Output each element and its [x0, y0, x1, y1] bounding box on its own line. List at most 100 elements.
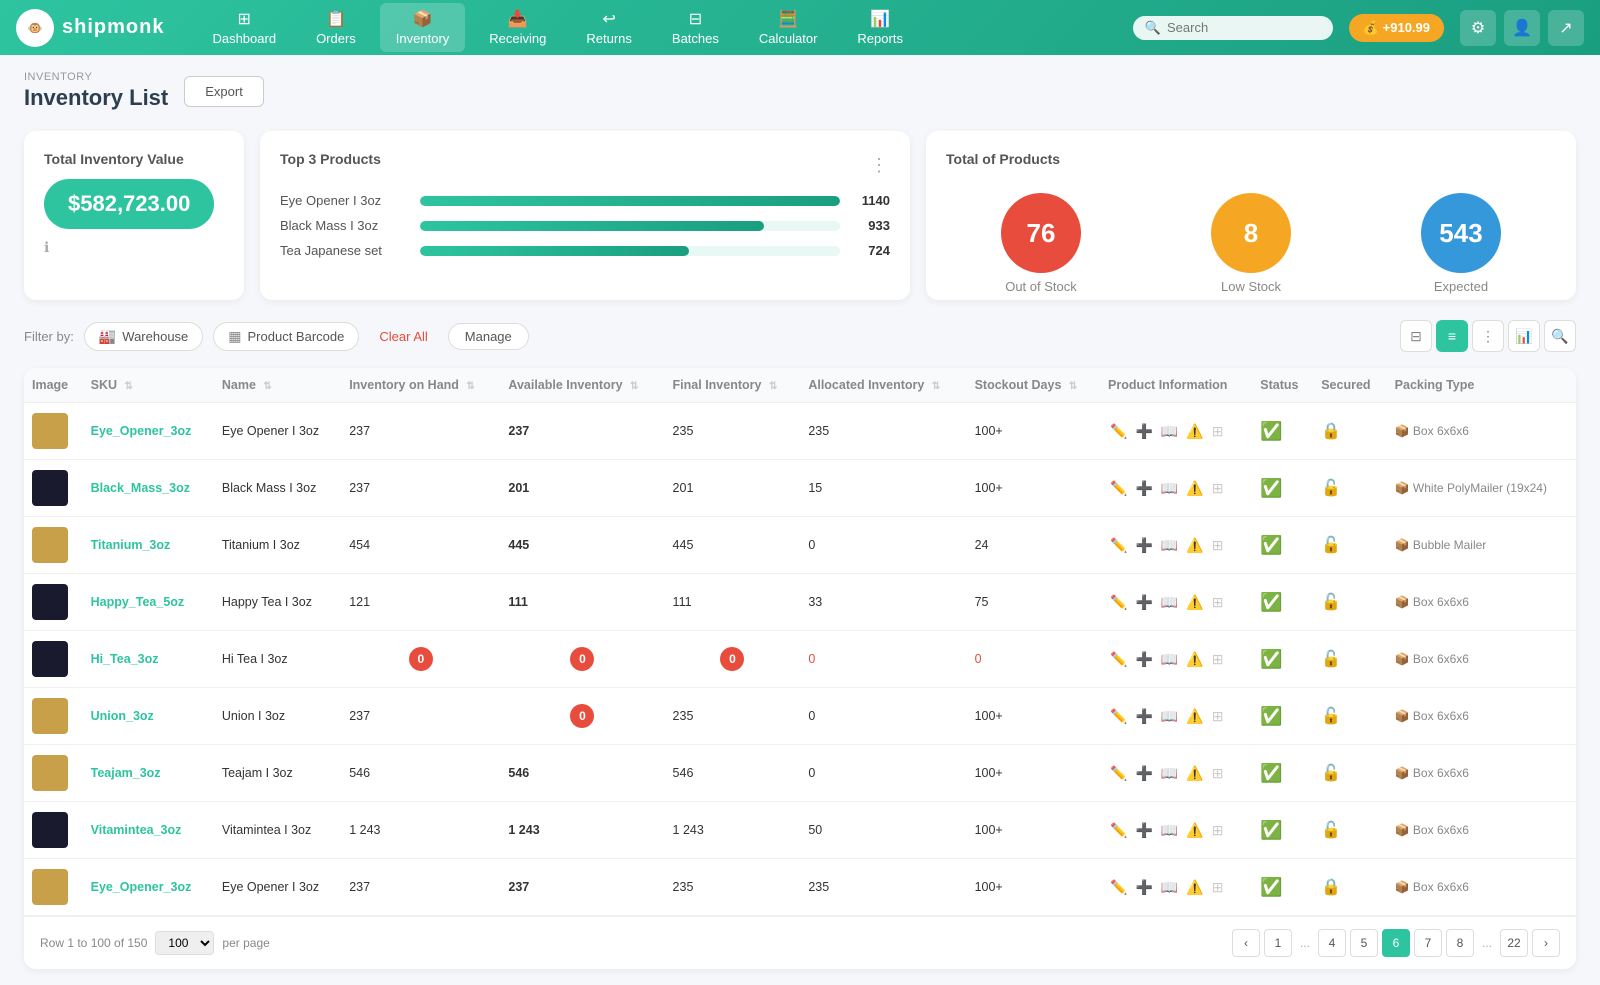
cell-sku[interactable]: Eye_Opener_3oz: [83, 859, 214, 916]
cell-sku[interactable]: Vitamintea_3oz: [83, 802, 214, 859]
edit-icon[interactable]: ✏️: [1108, 592, 1129, 613]
col-name[interactable]: Name ⇅: [214, 368, 341, 403]
book-icon[interactable]: 📖: [1159, 820, 1180, 841]
add-icon[interactable]: ➕: [1133, 877, 1154, 898]
next-page-button[interactable]: ›: [1532, 929, 1560, 957]
cell-sku[interactable]: Union_3oz: [83, 688, 214, 745]
table-icon[interactable]: ⊞: [1210, 421, 1226, 442]
table-search-button[interactable]: 🔍: [1544, 320, 1576, 352]
settings-button[interactable]: ⚙: [1460, 10, 1496, 46]
table-icon[interactable]: ⊞: [1210, 535, 1226, 556]
edit-icon[interactable]: ✏️: [1108, 478, 1129, 499]
col-avail[interactable]: Available Inventory ⇅: [500, 368, 664, 403]
book-icon[interactable]: 📖: [1159, 763, 1180, 784]
page-1-button[interactable]: 1: [1264, 929, 1292, 957]
page-7-button[interactable]: 7: [1414, 929, 1442, 957]
cell-sku[interactable]: Eye_Opener_3oz: [83, 403, 214, 460]
book-icon[interactable]: 📖: [1159, 421, 1180, 442]
view-chart-button[interactable]: 📊: [1508, 320, 1540, 352]
table-icon[interactable]: ⊞: [1210, 877, 1226, 898]
table-icon[interactable]: ⊞: [1210, 820, 1226, 841]
table-icon[interactable]: ⊞: [1210, 763, 1226, 784]
sku-link[interactable]: Eye_Opener_3oz: [91, 880, 192, 894]
nav-item-returns[interactable]: ↩ Returns: [570, 3, 648, 52]
add-icon[interactable]: ➕: [1133, 478, 1154, 499]
page-6-button[interactable]: 6: [1382, 929, 1410, 957]
export-button[interactable]: Export: [184, 76, 264, 107]
cell-sku[interactable]: Black_Mass_3oz: [83, 460, 214, 517]
top3-more-button[interactable]: ⋮: [870, 155, 890, 176]
warning-icon[interactable]: ⚠️: [1184, 478, 1205, 499]
book-icon[interactable]: 📖: [1159, 478, 1180, 499]
view-compact-button[interactable]: ⋮: [1472, 320, 1504, 352]
warning-icon[interactable]: ⚠️: [1184, 649, 1205, 670]
add-icon[interactable]: ➕: [1133, 706, 1154, 727]
search-bar[interactable]: 🔍: [1133, 16, 1333, 40]
add-icon[interactable]: ➕: [1133, 535, 1154, 556]
table-icon[interactable]: ⊞: [1210, 478, 1226, 499]
warehouse-filter[interactable]: 🏭 Warehouse: [84, 322, 203, 351]
cell-sku[interactable]: Hi_Tea_3oz: [83, 631, 214, 688]
logo[interactable]: 🐵 shipmonk: [16, 9, 164, 47]
sku-link[interactable]: Black_Mass_3oz: [91, 481, 190, 495]
warning-icon[interactable]: ⚠️: [1184, 877, 1205, 898]
cell-sku[interactable]: Titanium_3oz: [83, 517, 214, 574]
book-icon[interactable]: 📖: [1159, 649, 1180, 670]
col-stockout[interactable]: Stockout Days ⇅: [967, 368, 1100, 403]
page-22-button[interactable]: 22: [1500, 929, 1528, 957]
add-icon[interactable]: ➕: [1133, 421, 1154, 442]
warning-icon[interactable]: ⚠️: [1184, 421, 1205, 442]
col-ioh[interactable]: Inventory on Hand ⇅: [341, 368, 500, 403]
barcode-filter[interactable]: ▦ Product Barcode: [213, 322, 359, 351]
page-8-button[interactable]: 8: [1446, 929, 1474, 957]
cell-sku[interactable]: Happy_Tea_5oz: [83, 574, 214, 631]
edit-icon[interactable]: ✏️: [1108, 877, 1129, 898]
book-icon[interactable]: 📖: [1159, 535, 1180, 556]
view-list-button[interactable]: ≡: [1436, 320, 1468, 352]
sku-link[interactable]: Teajam_3oz: [91, 766, 161, 780]
book-icon[interactable]: 📖: [1159, 592, 1180, 613]
warning-icon[interactable]: ⚠️: [1184, 592, 1205, 613]
sku-link[interactable]: Titanium_3oz: [91, 538, 171, 552]
table-icon[interactable]: ⊞: [1210, 706, 1226, 727]
warning-icon[interactable]: ⚠️: [1184, 535, 1205, 556]
edit-icon[interactable]: ✏️: [1108, 421, 1129, 442]
nav-item-inventory[interactable]: 📦 Inventory: [380, 3, 465, 52]
profile-button[interactable]: 👤: [1504, 10, 1540, 46]
manage-button[interactable]: Manage: [448, 323, 529, 350]
notifications-button[interactable]: ↗: [1548, 10, 1584, 46]
edit-icon[interactable]: ✏️: [1108, 706, 1129, 727]
per-page-select[interactable]: 100 50 25: [155, 931, 214, 955]
nav-item-receiving[interactable]: 📥 Receiving: [473, 3, 562, 52]
sku-link[interactable]: Happy_Tea_5oz: [91, 595, 185, 609]
edit-icon[interactable]: ✏️: [1108, 763, 1129, 784]
cell-sku[interactable]: Teajam_3oz: [83, 745, 214, 802]
warning-icon[interactable]: ⚠️: [1184, 820, 1205, 841]
edit-icon[interactable]: ✏️: [1108, 535, 1129, 556]
page-5-button[interactable]: 5: [1350, 929, 1378, 957]
nav-item-reports[interactable]: 📊 Reports: [841, 3, 919, 52]
nav-item-orders[interactable]: 📋 Orders: [300, 3, 372, 52]
sku-link[interactable]: Vitamintea_3oz: [91, 823, 182, 837]
edit-icon[interactable]: ✏️: [1108, 820, 1129, 841]
book-icon[interactable]: 📖: [1159, 877, 1180, 898]
add-icon[interactable]: ➕: [1133, 649, 1154, 670]
sku-link[interactable]: Hi_Tea_3oz: [91, 652, 159, 666]
col-sku[interactable]: SKU ⇅: [83, 368, 214, 403]
nav-item-batches[interactable]: ⊟ Batches: [656, 3, 735, 52]
view-grid-button[interactable]: ⊟: [1400, 320, 1432, 352]
table-icon[interactable]: ⊞: [1210, 592, 1226, 613]
warning-icon[interactable]: ⚠️: [1184, 706, 1205, 727]
add-icon[interactable]: ➕: [1133, 820, 1154, 841]
sku-link[interactable]: Union_3oz: [91, 709, 154, 723]
clear-all-button[interactable]: Clear All: [369, 324, 437, 349]
add-icon[interactable]: ➕: [1133, 592, 1154, 613]
info-icon[interactable]: ℹ: [44, 239, 224, 256]
nav-item-calculator[interactable]: 🧮 Calculator: [743, 3, 834, 52]
add-icon[interactable]: ➕: [1133, 763, 1154, 784]
sku-link[interactable]: Eye_Opener_3oz: [91, 424, 192, 438]
col-alloc[interactable]: Allocated Inventory ⇅: [800, 368, 966, 403]
warning-icon[interactable]: ⚠️: [1184, 763, 1205, 784]
page-4-button[interactable]: 4: [1318, 929, 1346, 957]
table-icon[interactable]: ⊞: [1210, 649, 1226, 670]
